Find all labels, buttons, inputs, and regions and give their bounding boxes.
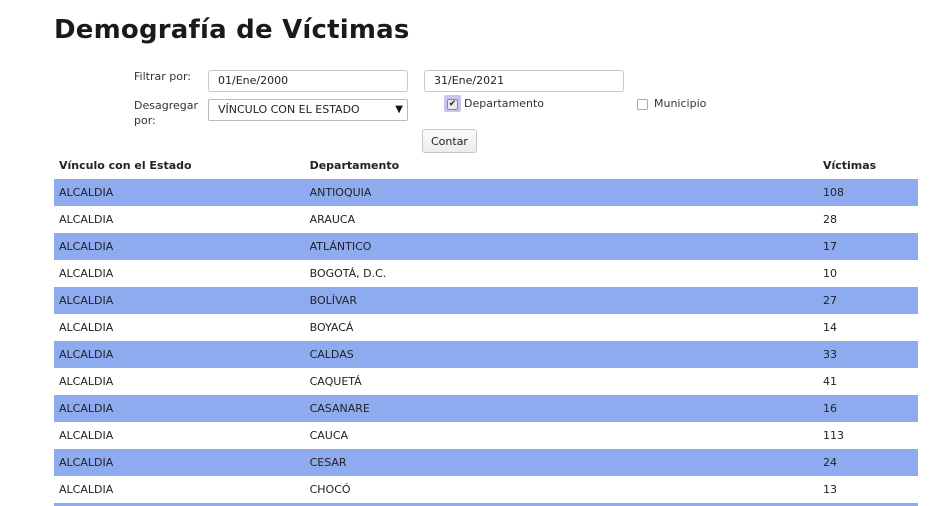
cell-victimas: 27 (817, 287, 918, 314)
cell-vinculo: ALCALDIA (54, 233, 305, 260)
cell-victimas: 17 (817, 233, 918, 260)
table-row: ALCALDIA BOLÍVAR 27 (54, 287, 918, 314)
table-row: ALCALDIA CESAR 24 (54, 449, 918, 476)
disaggregate-label: Desagregar por: (134, 98, 198, 128)
cell-departamento: CASANARE (304, 395, 818, 422)
date-from-input[interactable]: 01/Ene/2000 (208, 70, 408, 92)
disaggregate-select[interactable]: VÍNCULO CON EL ESTADO ▼ (208, 99, 408, 121)
checkmark-icon: ✔ (448, 98, 457, 109)
cell-victimas: 28 (822, 213, 837, 226)
cell-victimas: 14 (822, 321, 837, 334)
disaggregate-label-line2: por: (134, 114, 156, 127)
cell-vinculo: ALCALDIA (59, 375, 114, 388)
results-table: Vínculo con el Estado Departamento Vícti… (54, 152, 918, 503)
table-header-row: Vínculo con el Estado Departamento Vícti… (54, 152, 918, 179)
cell-victimas: 10 (822, 267, 837, 280)
table-row: ALCALDIA BOGOTÁ, D.C. 10 (54, 260, 918, 287)
cell-departamento: BOLÍVAR (304, 287, 818, 314)
disaggregate-label-line1: Desagregar (134, 99, 198, 112)
cell-vinculo: ALCALDIA (59, 267, 114, 280)
column-header-departamento: Departamento (309, 159, 400, 172)
table-row: ALCALDIA ATLÁNTICO 17 (54, 233, 918, 260)
column-header-vinculo: Vínculo con el Estado (59, 159, 192, 172)
table-row: ALCALDIA ARAUCA 28 (54, 206, 918, 233)
cell-vinculo: ALCALDIA (54, 395, 305, 422)
municipio-checkbox-label: Municipio (654, 97, 707, 110)
cell-victimas: 113 (822, 429, 844, 442)
cell-departamento: CHOCÓ (309, 483, 351, 496)
cell-vinculo: ALCALDIA (59, 483, 114, 496)
departamento-checkbox[interactable]: ✔ Departamento (447, 97, 544, 111)
cell-victimas: 108 (817, 179, 918, 206)
table-row: ALCALDIA BOYACÁ 14 (54, 314, 918, 341)
cell-departamento: ANTIOQUIA (304, 179, 818, 206)
cell-vinculo: ALCALDIA (54, 179, 305, 206)
cell-departamento: CESAR (304, 449, 818, 476)
cell-departamento: ATLÁNTICO (304, 233, 818, 260)
cell-departamento: BOYACÁ (309, 321, 354, 334)
cell-victimas: 24 (817, 449, 918, 476)
table-row: ALCALDIA CAQUETÁ 41 (54, 368, 918, 395)
disaggregate-select-value: VÍNCULO CON EL ESTADO (218, 103, 360, 116)
table-row: ALCALDIA CASANARE 16 (54, 395, 918, 422)
column-header-victimas: Víctimas (822, 159, 877, 172)
cell-victimas: 33 (817, 341, 918, 368)
table-row: ALCALDIA CHOCÓ 13 (54, 476, 918, 503)
cell-vinculo: ALCALDIA (59, 429, 114, 442)
cell-vinculo: ALCALDIA (54, 287, 305, 314)
cell-victimas: 16 (817, 395, 918, 422)
cell-victimas: 41 (822, 375, 837, 388)
cell-departamento: BOGOTÁ, D.C. (309, 267, 387, 280)
triangle-down-icon: ▼ (395, 104, 403, 115)
cell-victimas: 13 (822, 483, 837, 496)
date-to-input[interactable]: 31/Ene/2021 (424, 70, 624, 92)
municipio-checkbox-box[interactable] (637, 98, 648, 110)
departamento-checkbox-label: Departamento (464, 97, 545, 110)
table-row: ALCALDIA ANTIOQUIA 108 (54, 179, 918, 206)
cell-departamento: CAQUETÁ (309, 375, 362, 388)
table-row: ALCALDIA CAUCA 113 (54, 422, 918, 449)
cell-departamento: CALDAS (304, 341, 818, 368)
filter-label: Filtrar por: (134, 70, 191, 83)
page-title: Demografía de Víctimas (54, 15, 410, 45)
municipio-checkbox[interactable]: Municipio (637, 97, 706, 111)
cell-departamento: CAUCA (309, 429, 349, 442)
cell-departamento: ARAUCA (309, 213, 356, 226)
count-button[interactable]: Contar (422, 129, 477, 153)
cell-vinculo: ALCALDIA (59, 321, 114, 334)
cell-vinculo: ALCALDIA (54, 449, 305, 476)
cell-vinculo: ALCALDIA (59, 213, 114, 226)
cell-vinculo: ALCALDIA (54, 341, 305, 368)
table-row: ALCALDIA CALDAS 33 (54, 341, 918, 368)
departamento-checkbox-box[interactable]: ✔ (447, 98, 458, 110)
